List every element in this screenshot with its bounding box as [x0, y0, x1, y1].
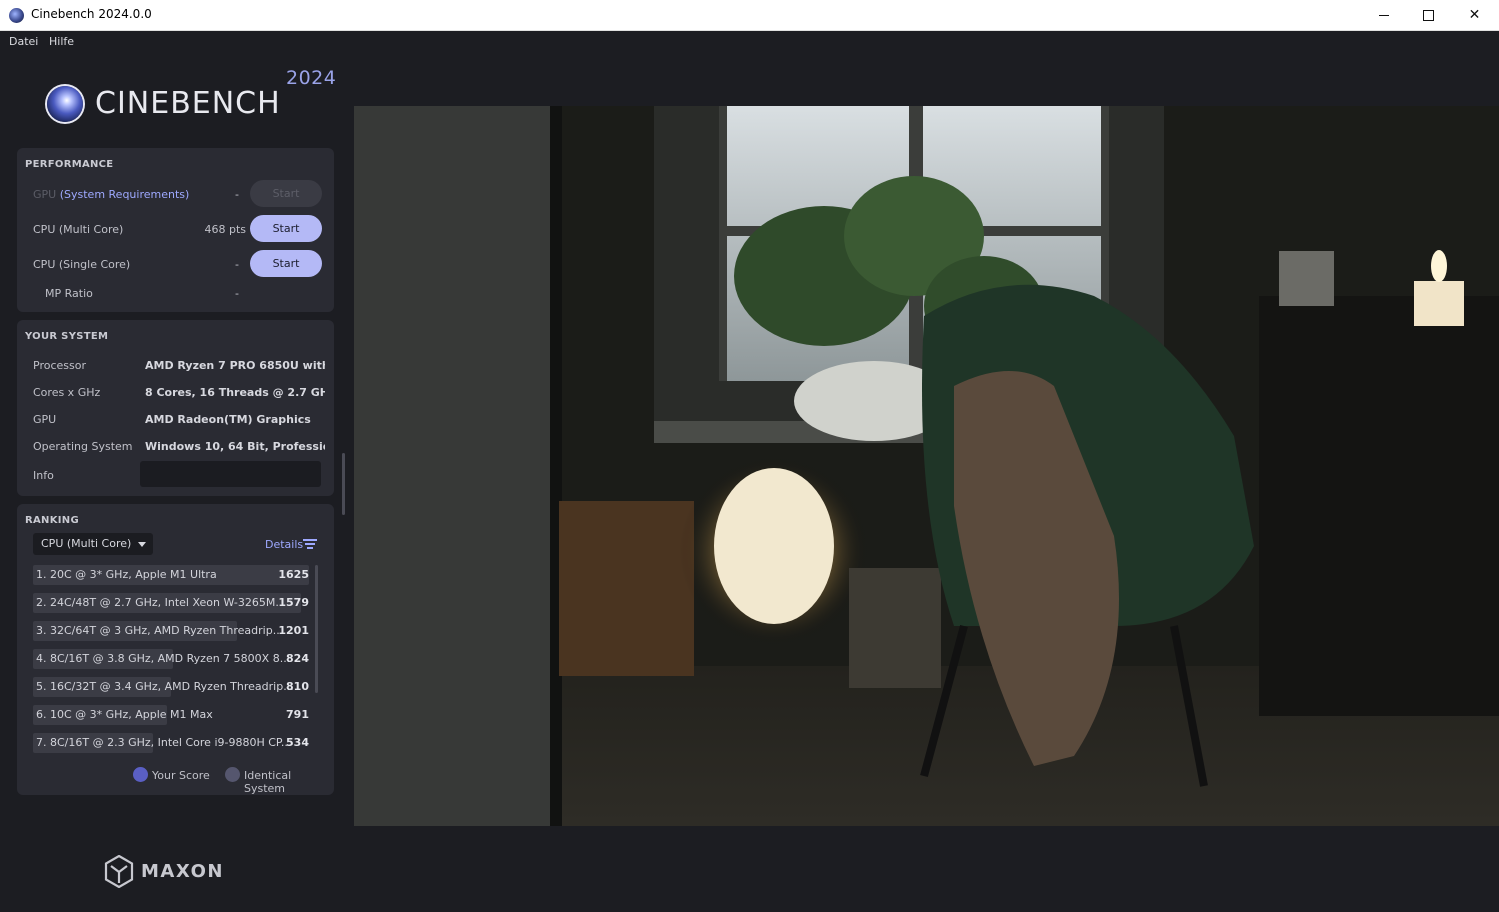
ranking-name: 1. 20C @ 3* GHz, Apple M1 Ultra — [36, 568, 217, 581]
ranking-name: 6. 10C @ 3* GHz, Apple M1 Max — [36, 708, 213, 721]
ranking-type-select[interactable]: CPU (Multi Core) — [33, 533, 153, 555]
cinebench-logo-icon — [47, 86, 83, 122]
ranking-scrollbar[interactable] — [315, 565, 318, 693]
details-button[interactable]: Details — [265, 538, 303, 551]
cpu-multi-label: CPU (Multi Core) — [33, 223, 124, 236]
ranking-name: 2. 24C/48T @ 2.7 GHz, Intel Xeon W-3265M… — [36, 596, 286, 609]
info-label: Info — [33, 469, 54, 482]
chevron-down-icon — [138, 542, 146, 547]
performance-panel: PERFORMANCE GPU (System Requirements) - … — [17, 148, 334, 312]
identical-system-label: Identical System — [244, 769, 292, 795]
mp-ratio-value: - — [235, 287, 239, 300]
processor-label: Processor — [33, 359, 86, 372]
close-button[interactable]: ✕ — [1452, 0, 1497, 30]
ranking-title: RANKING — [25, 515, 79, 526]
ranking-row[interactable]: 6. 10C @ 3* GHz, Apple M1 Max 791 — [33, 705, 309, 725]
info-input[interactable] — [140, 461, 321, 487]
cores-label: Cores x GHz — [33, 386, 101, 399]
ranking-row[interactable]: 4. 8C/16T @ 3.8 GHz, AMD Ryzen 7 5800X 8… — [33, 649, 309, 669]
logo-year: 2024 — [286, 67, 337, 89]
gpu-info-value: AMD Radeon(TM) Graphics — [145, 413, 311, 426]
maximize-button[interactable] — [1406, 0, 1451, 30]
ranking-name: 3. 32C/64T @ 3 GHz, AMD Ryzen Threadrip.… — [36, 624, 284, 637]
os-value: Windows 10, 64 Bit, Professional... — [145, 440, 325, 453]
ranking-panel: RANKING CPU (Multi Core) Details 1. 20C … — [17, 504, 334, 795]
ranking-row[interactable]: 7. 8C/16T @ 2.3 GHz, Intel Core i9-9880H… — [33, 733, 309, 753]
your-score-icon — [133, 767, 148, 782]
ranking-row[interactable]: 1. 20C @ 3* GHz, Apple M1 Ultra 1625 — [33, 565, 309, 585]
ranking-row[interactable]: 3. 32C/64T @ 3 GHz, AMD Ryzen Threadrip.… — [33, 621, 309, 641]
processor-value: AMD Ryzen 7 PRO 6850U with R... — [145, 359, 325, 372]
window-title: Cinebench 2024.0.0 — [31, 7, 152, 21]
ranking-list: 1. 20C @ 3* GHz, Apple M1 Ultra 1625 2. 24… — [33, 565, 313, 755]
cpu-single-label: CPU (Single Core) — [33, 258, 131, 271]
gpu-label: GPU — [33, 188, 57, 201]
ranking-score: 791 — [286, 708, 309, 721]
system-title: YOUR SYSTEM — [25, 331, 109, 342]
cpu-multi-score: 468 pts — [204, 223, 246, 236]
close-icon: ✕ — [1468, 7, 1481, 23]
menu-hilfe[interactable]: Hilfe — [49, 35, 74, 48]
ranking-row[interactable]: 5. 16C/32T @ 3.4 GHz, AMD Ryzen Threadri… — [33, 677, 309, 697]
mp-ratio-label: MP Ratio — [45, 287, 93, 300]
filter-icon[interactable] — [303, 538, 317, 549]
os-label: Operating System — [33, 440, 133, 453]
cpu-single-score: - — [235, 258, 239, 271]
your-score-label: Your Score — [152, 769, 210, 782]
gpu-row: GPU (System Requirements) — [33, 188, 189, 201]
minimize-icon — [1378, 14, 1389, 16]
ranking-name: 5. 16C/32T @ 3.4 GHz, AMD Ryzen Threadri… — [36, 680, 294, 693]
render-image — [354, 106, 1499, 826]
sidebar-scrollbar[interactable] — [342, 453, 345, 515]
maxon-logo-icon — [104, 855, 134, 888]
ranking-score: 1579 — [278, 596, 309, 609]
gpu-start-button[interactable]: Start — [250, 180, 322, 207]
app-icon — [9, 8, 24, 23]
ranking-name: 4. 8C/16T @ 3.8 GHz, AMD Ryzen 7 5800X 8… — [36, 652, 291, 665]
ranking-score: 1625 — [278, 568, 309, 581]
menu-datei[interactable]: Datei — [9, 35, 38, 48]
minimize-button[interactable] — [1361, 0, 1406, 30]
menu-bar: Datei Hilfe — [0, 31, 1499, 53]
identical-system-icon — [225, 767, 240, 782]
cores-value: 8 Cores, 16 Threads @ 2.7 GHz — [145, 386, 325, 399]
gpu-score: - — [235, 188, 239, 201]
ranking-score: 534 — [286, 736, 309, 749]
title-bar: Cinebench 2024.0.0 ✕ — [0, 0, 1499, 31]
ranking-score: 810 — [286, 680, 309, 693]
gpu-info-label: GPU — [33, 413, 57, 426]
ranking-row[interactable]: 2. 24C/48T @ 2.7 GHz, Intel Xeon W-3265M… — [33, 593, 309, 613]
ranking-score: 824 — [286, 652, 309, 665]
system-panel: YOUR SYSTEM Processor AMD Ryzen 7 PRO 68… — [17, 320, 334, 496]
ranking-type-selected: CPU (Multi Core) — [41, 537, 132, 550]
maximize-icon — [1423, 9, 1434, 21]
performance-title: PERFORMANCE — [25, 159, 114, 170]
ranking-score: 1201 — [278, 624, 309, 637]
maxon-brand: MAXON — [141, 861, 224, 882]
render-view — [354, 106, 1499, 826]
ranking-name: 7. 8C/16T @ 2.3 GHz, Intel Core i9-9880H… — [36, 736, 292, 749]
system-requirements-link[interactable]: (System Requirements) — [60, 188, 190, 201]
logo-name: CINEBENCH — [95, 86, 281, 121]
cpu-multi-start-button[interactable]: Start — [250, 215, 322, 242]
cpu-single-start-button[interactable]: Start — [250, 250, 322, 277]
